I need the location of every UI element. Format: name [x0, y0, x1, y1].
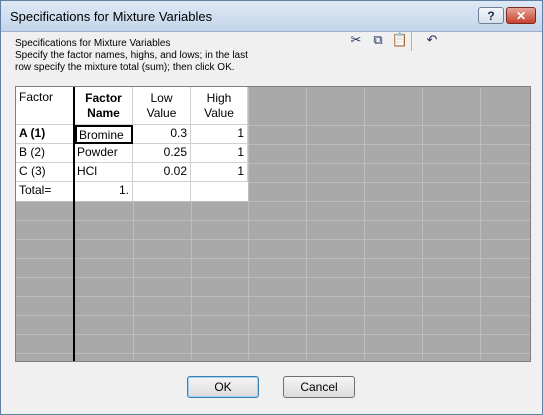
- description-line-2: row specify the mixture total (sum); the…: [15, 62, 235, 73]
- low-value-cell-a[interactable]: 0.3: [133, 125, 191, 144]
- column-header-line-2: Value: [146, 106, 177, 120]
- total-row-header: Total=: [16, 182, 73, 201]
- total-value-cell[interactable]: 1.: [75, 182, 133, 201]
- factor-name-cell-c[interactable]: HCl: [75, 163, 133, 182]
- total-high-cell[interactable]: [191, 182, 248, 201]
- row-header-divider: [73, 87, 75, 361]
- column-header-line-1: Low: [150, 91, 173, 105]
- undo-icon[interactable]: ↶: [423, 31, 441, 49]
- high-value-cell-c[interactable]: 1: [191, 163, 248, 182]
- window-title: Specifications for Mixture Variables: [10, 9, 213, 24]
- column-header-line-2: Value: [204, 106, 234, 120]
- column-header-low-value[interactable]: Low Value: [133, 87, 191, 125]
- cancel-button[interactable]: Cancel: [283, 376, 355, 398]
- row-header-a: A (1): [16, 125, 73, 144]
- close-button[interactable]: ✕: [506, 7, 536, 24]
- edit-toolbar: ✂ ⧉ 📋 ↶: [339, 28, 539, 54]
- low-value-cell-c[interactable]: 0.02: [133, 163, 191, 182]
- factor-grid: Factor Factor Name Low Value High Value …: [15, 86, 531, 362]
- column-header-line-1: Factor: [85, 91, 122, 105]
- ok-button[interactable]: OK: [187, 376, 259, 398]
- paste-icon[interactable]: 📋: [391, 31, 409, 49]
- cut-icon[interactable]: ✂: [347, 31, 365, 49]
- row-header-c: C (3): [16, 163, 73, 182]
- factor-name-cell-b[interactable]: Powder: [75, 144, 133, 163]
- low-value-cell-b[interactable]: 0.25: [133, 144, 191, 163]
- high-value-cell-b[interactable]: 1: [191, 144, 248, 163]
- dialog-window: Specifications for Mixture Variables ? ✕…: [0, 0, 543, 415]
- copy-icon[interactable]: ⧉: [369, 31, 387, 49]
- high-value-cell-a[interactable]: 1: [191, 125, 248, 144]
- toolbar-separator: [411, 31, 412, 51]
- total-low-cell[interactable]: [133, 182, 191, 201]
- description-line-1: Specify the factor names, highs, and low…: [15, 50, 248, 61]
- description-heading: Specifications for Mixture Variables: [15, 38, 171, 49]
- factor-name-cell-a[interactable]: Bromine: [75, 125, 133, 144]
- help-button[interactable]: ?: [478, 7, 504, 24]
- corner-header: Factor: [16, 87, 73, 125]
- column-header-line-2: Name: [87, 106, 120, 120]
- row-header-b: B (2): [16, 144, 73, 163]
- column-header-factor-name[interactable]: Factor Name: [75, 87, 133, 125]
- column-header-line-1: High: [206, 91, 232, 105]
- column-header-high-value[interactable]: High Value: [191, 87, 248, 125]
